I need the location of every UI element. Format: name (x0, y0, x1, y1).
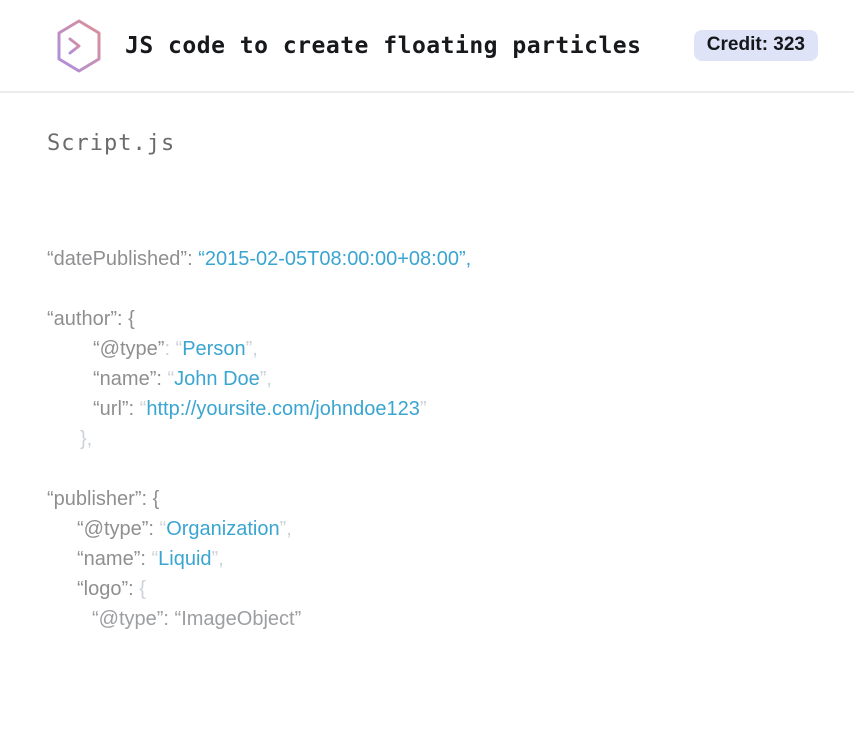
code-segment: “@type”: “ImageObject” (92, 608, 302, 630)
code-segment: “url”: (93, 398, 140, 420)
terminal-prompt-hexagon-icon (55, 18, 103, 74)
code-lines: “datePublished”: “2015-02-05T08:00:00+08… (47, 244, 807, 634)
code-segment: “author”: { (47, 308, 135, 330)
page-title: JS code to create floating particles (125, 32, 642, 59)
code-line: “name”: “Liquid”, (47, 544, 807, 574)
code-line: “@type”: “ImageObject” (47, 604, 807, 634)
code-segment: http://yoursite.com/johndoe123 (146, 398, 420, 420)
code-line: “url”: “http://yoursite.com/johndoe123” (47, 394, 807, 424)
code-segment: Liquid (158, 548, 212, 570)
code-line: “@type”: “Person”, (47, 334, 807, 364)
code-segment: }, (80, 428, 93, 450)
code-segment: : “ (164, 338, 183, 360)
code-segment: “2015-02-05T08:00:00+08:00”, (198, 248, 472, 270)
code-segment: Organization (166, 518, 280, 540)
code-segment: “@type”: (77, 518, 160, 540)
credit-badge: Credit: 323 (693, 30, 818, 61)
code-segment: Person (182, 338, 246, 360)
code-line: “author”: { (47, 304, 807, 334)
code-segment: “logo”: (77, 578, 140, 600)
code-segment: “name”: (93, 368, 168, 390)
code-segment: “@type” (93, 338, 165, 360)
code-segment: ”, (279, 518, 292, 540)
code-segment: “name”: (77, 548, 152, 570)
code-line: }, (47, 424, 807, 454)
code-line: “datePublished”: “2015-02-05T08:00:00+08… (47, 244, 807, 274)
code-segment: “publisher”: { (47, 488, 160, 510)
code-segment: ” (419, 398, 427, 420)
code-segment: “datePublished”: (47, 248, 199, 270)
code-segment: ”, (211, 548, 224, 570)
code-segment: ”, (259, 368, 272, 390)
code-segment: { (139, 578, 146, 600)
code-line: “publisher”: { (47, 484, 807, 514)
header: JS code to create floating particles Cre… (0, 0, 854, 93)
code-line: “name”: “John Doe”, (47, 364, 807, 394)
code-output: “datePublished”: “2015-02-05T08:00:00+08… (47, 184, 807, 694)
code-line: “logo”: { (47, 574, 807, 604)
main-content: Script.js “datePublished”: “2015-02-05T0… (0, 131, 854, 694)
code-segment: John Doe (174, 368, 260, 390)
file-name-heading: Script.js (47, 131, 176, 156)
code-segment: ”, (245, 338, 258, 360)
code-line: “@type”: “Organization”, (47, 514, 807, 544)
